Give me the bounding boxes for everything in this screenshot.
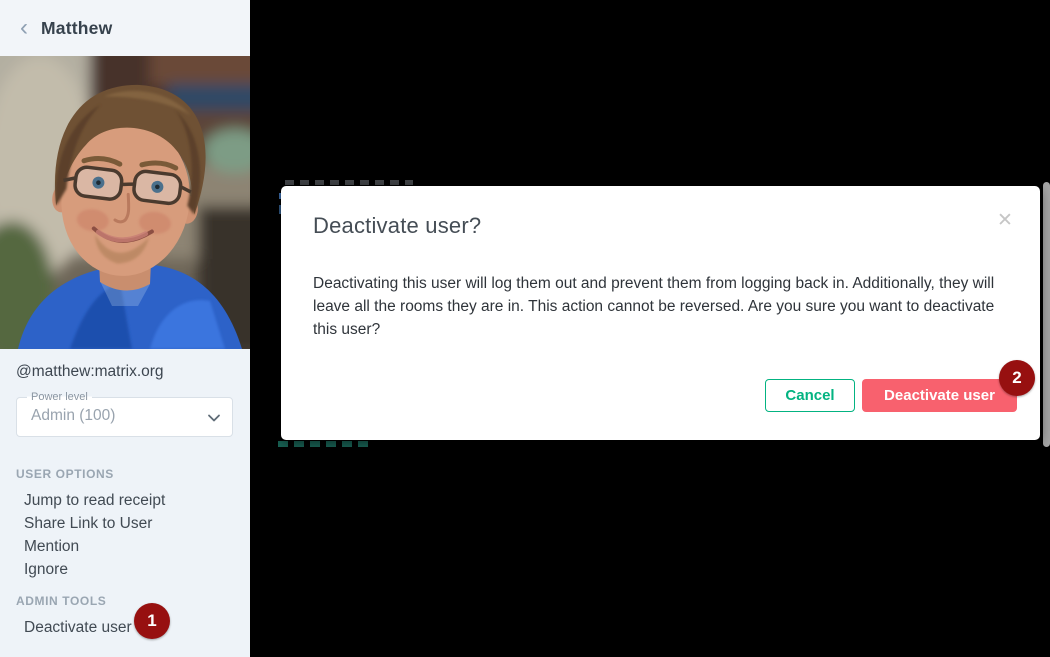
chevron-down-icon	[206, 410, 222, 426]
close-icon[interactable]: ✕	[994, 210, 1016, 232]
power-level-label: Power level	[27, 390, 92, 404]
back-button[interactable]: ‹	[13, 17, 35, 39]
dialog-buttons: Cancel Deactivate user	[765, 379, 1017, 412]
app-window: ‹ Matthew	[0, 0, 1050, 657]
option-ignore[interactable]: Ignore	[24, 558, 250, 581]
member-name-title: Matthew	[41, 18, 112, 39]
portrait-illustration	[0, 56, 250, 349]
step-badge-1: 1	[134, 603, 170, 639]
step-badge-2: 2	[999, 360, 1035, 396]
power-level-select[interactable]: Power level Admin (100)	[16, 397, 233, 437]
member-avatar-photo	[0, 56, 250, 349]
member-info-panel: ‹ Matthew	[0, 0, 250, 657]
power-level-value: Admin (100)	[31, 407, 115, 425]
background-artifact	[285, 180, 413, 185]
scrollbar[interactable]	[1043, 182, 1050, 447]
option-share-link-to-user[interactable]: Share Link to User	[24, 512, 250, 535]
member-info-header: ‹ Matthew	[0, 0, 250, 56]
dialog-body-text: Deactivating this user will log them out…	[313, 272, 1005, 341]
deactivate-user-button[interactable]: Deactivate user	[862, 379, 1017, 412]
member-options: USER OPTIONS Jump to read receipt Share …	[0, 467, 250, 641]
deactivate-user-dialog: Deactivate user? ✕ Deactivating this use…	[281, 186, 1040, 440]
section-admin-tools: ADMIN TOOLS	[16, 594, 250, 608]
option-mention[interactable]: Mention	[24, 535, 250, 558]
section-user-options: USER OPTIONS	[16, 467, 250, 481]
dialog-title: Deactivate user?	[313, 213, 481, 239]
background-artifact	[278, 441, 372, 447]
matrix-user-id: @matthew:matrix.org	[16, 363, 164, 381]
option-jump-to-read-receipt[interactable]: Jump to read receipt	[24, 489, 250, 512]
cancel-button[interactable]: Cancel	[765, 379, 855, 412]
